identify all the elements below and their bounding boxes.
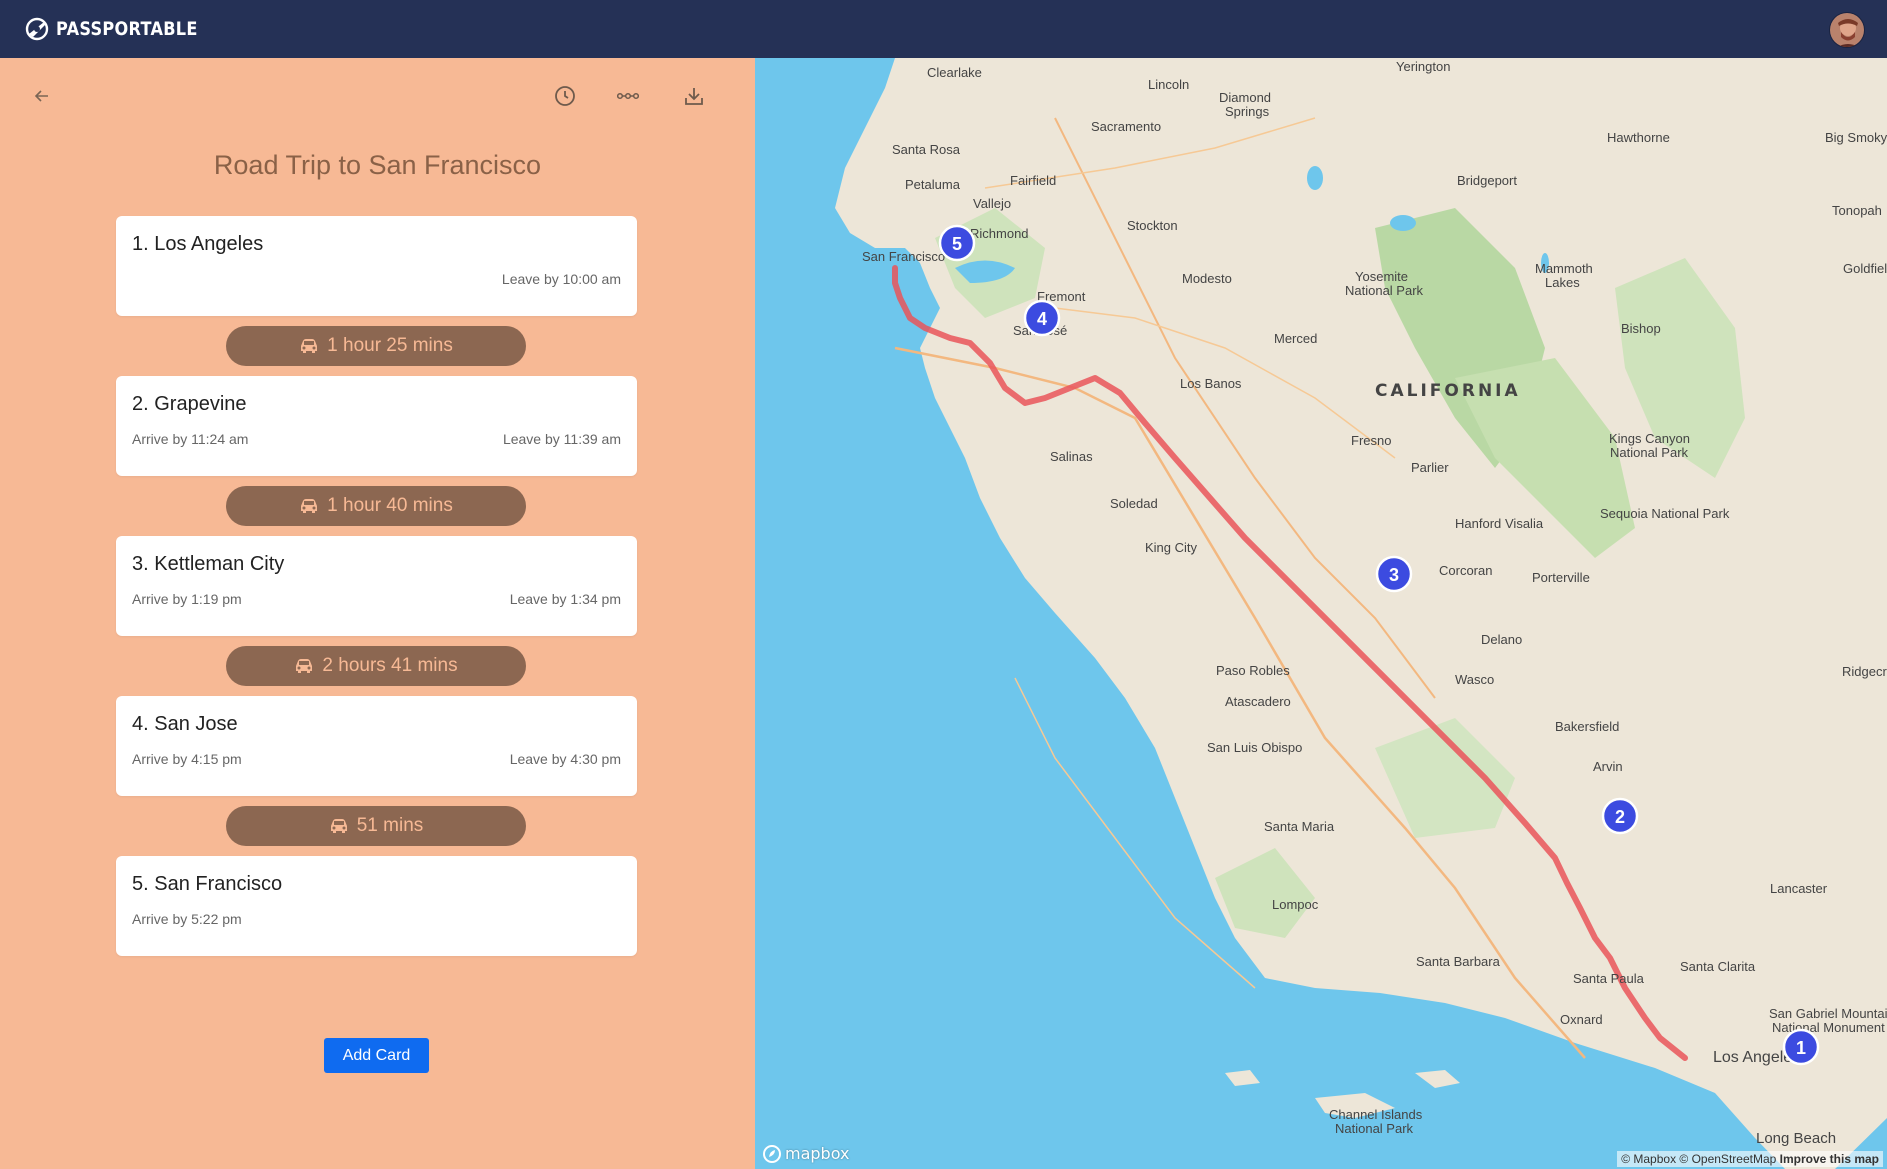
car-icon <box>301 499 318 513</box>
duration-text: 1 hour 25 mins <box>327 335 453 356</box>
car-icon <box>301 339 318 353</box>
attribution-text[interactable]: © Mapbox © OpenStreetMap <box>1621 1152 1776 1166</box>
more-options-button[interactable] <box>611 79 645 113</box>
route-marker[interactable]: 3 <box>1375 555 1413 593</box>
travel-duration-pill: 2 hours 41 mins <box>226 646 526 686</box>
ellipsis-icon <box>617 92 639 100</box>
duration-text: 2 hours 41 mins <box>322 655 458 676</box>
arrive-time: Arrive by 1:19 pm <box>132 591 242 607</box>
travel-duration-pill: 1 hour 25 mins <box>226 326 526 366</box>
trip-title: Road Trip to San Francisco <box>213 150 542 180</box>
download-icon <box>685 88 703 105</box>
stop-title: 3. Kettleman City <box>132 553 285 575</box>
user-avatar[interactable] <box>1829 12 1865 48</box>
travel-duration-pill: 1 hour 40 mins <box>226 486 526 526</box>
passport-logo-icon <box>25 17 49 41</box>
mapbox-logo-text: mapbox <box>785 1144 850 1163</box>
stop-card[interactable]: 4. San Jose Arrive by 4:15 pm Leave by 4… <box>116 696 637 796</box>
duration-text: 51 mins <box>356 815 424 836</box>
marker-number: 4 <box>1037 309 1047 329</box>
stop-card[interactable]: 1. Los Angeles Leave by 10:00 am <box>116 216 637 316</box>
leave-time: Leave by 1:34 pm <box>509 591 621 607</box>
stop-title: 5. San Francisco <box>132 873 283 895</box>
travel-duration-pill: 51 mins <box>226 806 526 846</box>
mapbox-logo[interactable]: mapbox <box>763 1144 849 1163</box>
stop-card[interactable]: 5. San Francisco Arrive by 5:22 pm <box>116 856 637 956</box>
route-marker[interactable]: 4 <box>1023 299 1061 337</box>
leave-time: Leave by 4:30 pm <box>509 751 621 767</box>
duration-text: 1 hour 40 mins <box>327 495 453 516</box>
stop-title: 4. San Jose <box>132 713 238 735</box>
marker-number: 1 <box>1796 1038 1806 1058</box>
stop-title: 2. Grapevine <box>132 393 247 415</box>
improve-map-link[interactable]: Improve this map <box>1780 1152 1879 1166</box>
marker-number: 3 <box>1389 565 1399 585</box>
arrive-time: Arrive by 5:22 pm <box>132 911 242 927</box>
car-icon <box>330 819 347 833</box>
stop-title: 1. Los Angeles <box>132 233 264 255</box>
route-marker[interactable]: 5 <box>938 224 976 262</box>
history-button[interactable] <box>548 79 582 113</box>
add-card-button[interactable]: Add Card <box>324 1038 429 1073</box>
brand[interactable]: PASSPORTABLE <box>24 16 223 42</box>
top-navbar: PASSPORTABLE <box>0 0 1887 58</box>
map-attribution: © Mapbox © OpenStreetMap Improve this ma… <box>1617 1151 1883 1167</box>
arrive-time: Arrive by 11:24 am <box>132 431 249 447</box>
mapbox-logo-icon <box>763 1144 781 1163</box>
arrow-left-icon <box>34 90 48 102</box>
leave-time: Leave by 11:39 am <box>502 431 621 447</box>
trip-sidebar: Road Trip to San Francisco 1. Los Angele… <box>0 58 755 1169</box>
stop-card[interactable]: 2. Grapevine Arrive by 11:24 am Leave by… <box>116 376 637 476</box>
brand-name: PASSPORTABLE <box>56 18 198 40</box>
route-map[interactable]: Yerington Clearlake Lincoln Diamond Spri… <box>755 58 1887 1169</box>
route-marker[interactable]: 2 <box>1601 797 1639 835</box>
stop-card[interactable]: 3. Kettleman City Arrive by 1:19 pm Leav… <box>116 536 637 636</box>
marker-number: 2 <box>1615 807 1625 827</box>
download-button[interactable] <box>677 79 711 113</box>
back-button[interactable] <box>25 79 59 113</box>
arrive-time: Arrive by 4:15 pm <box>132 751 242 767</box>
clock-icon <box>555 86 575 106</box>
marker-number: 5 <box>952 234 962 254</box>
route-marker[interactable]: 1 <box>1782 1028 1820 1066</box>
leave-time: Leave by 10:00 am <box>501 271 621 287</box>
car-icon <box>296 659 313 673</box>
